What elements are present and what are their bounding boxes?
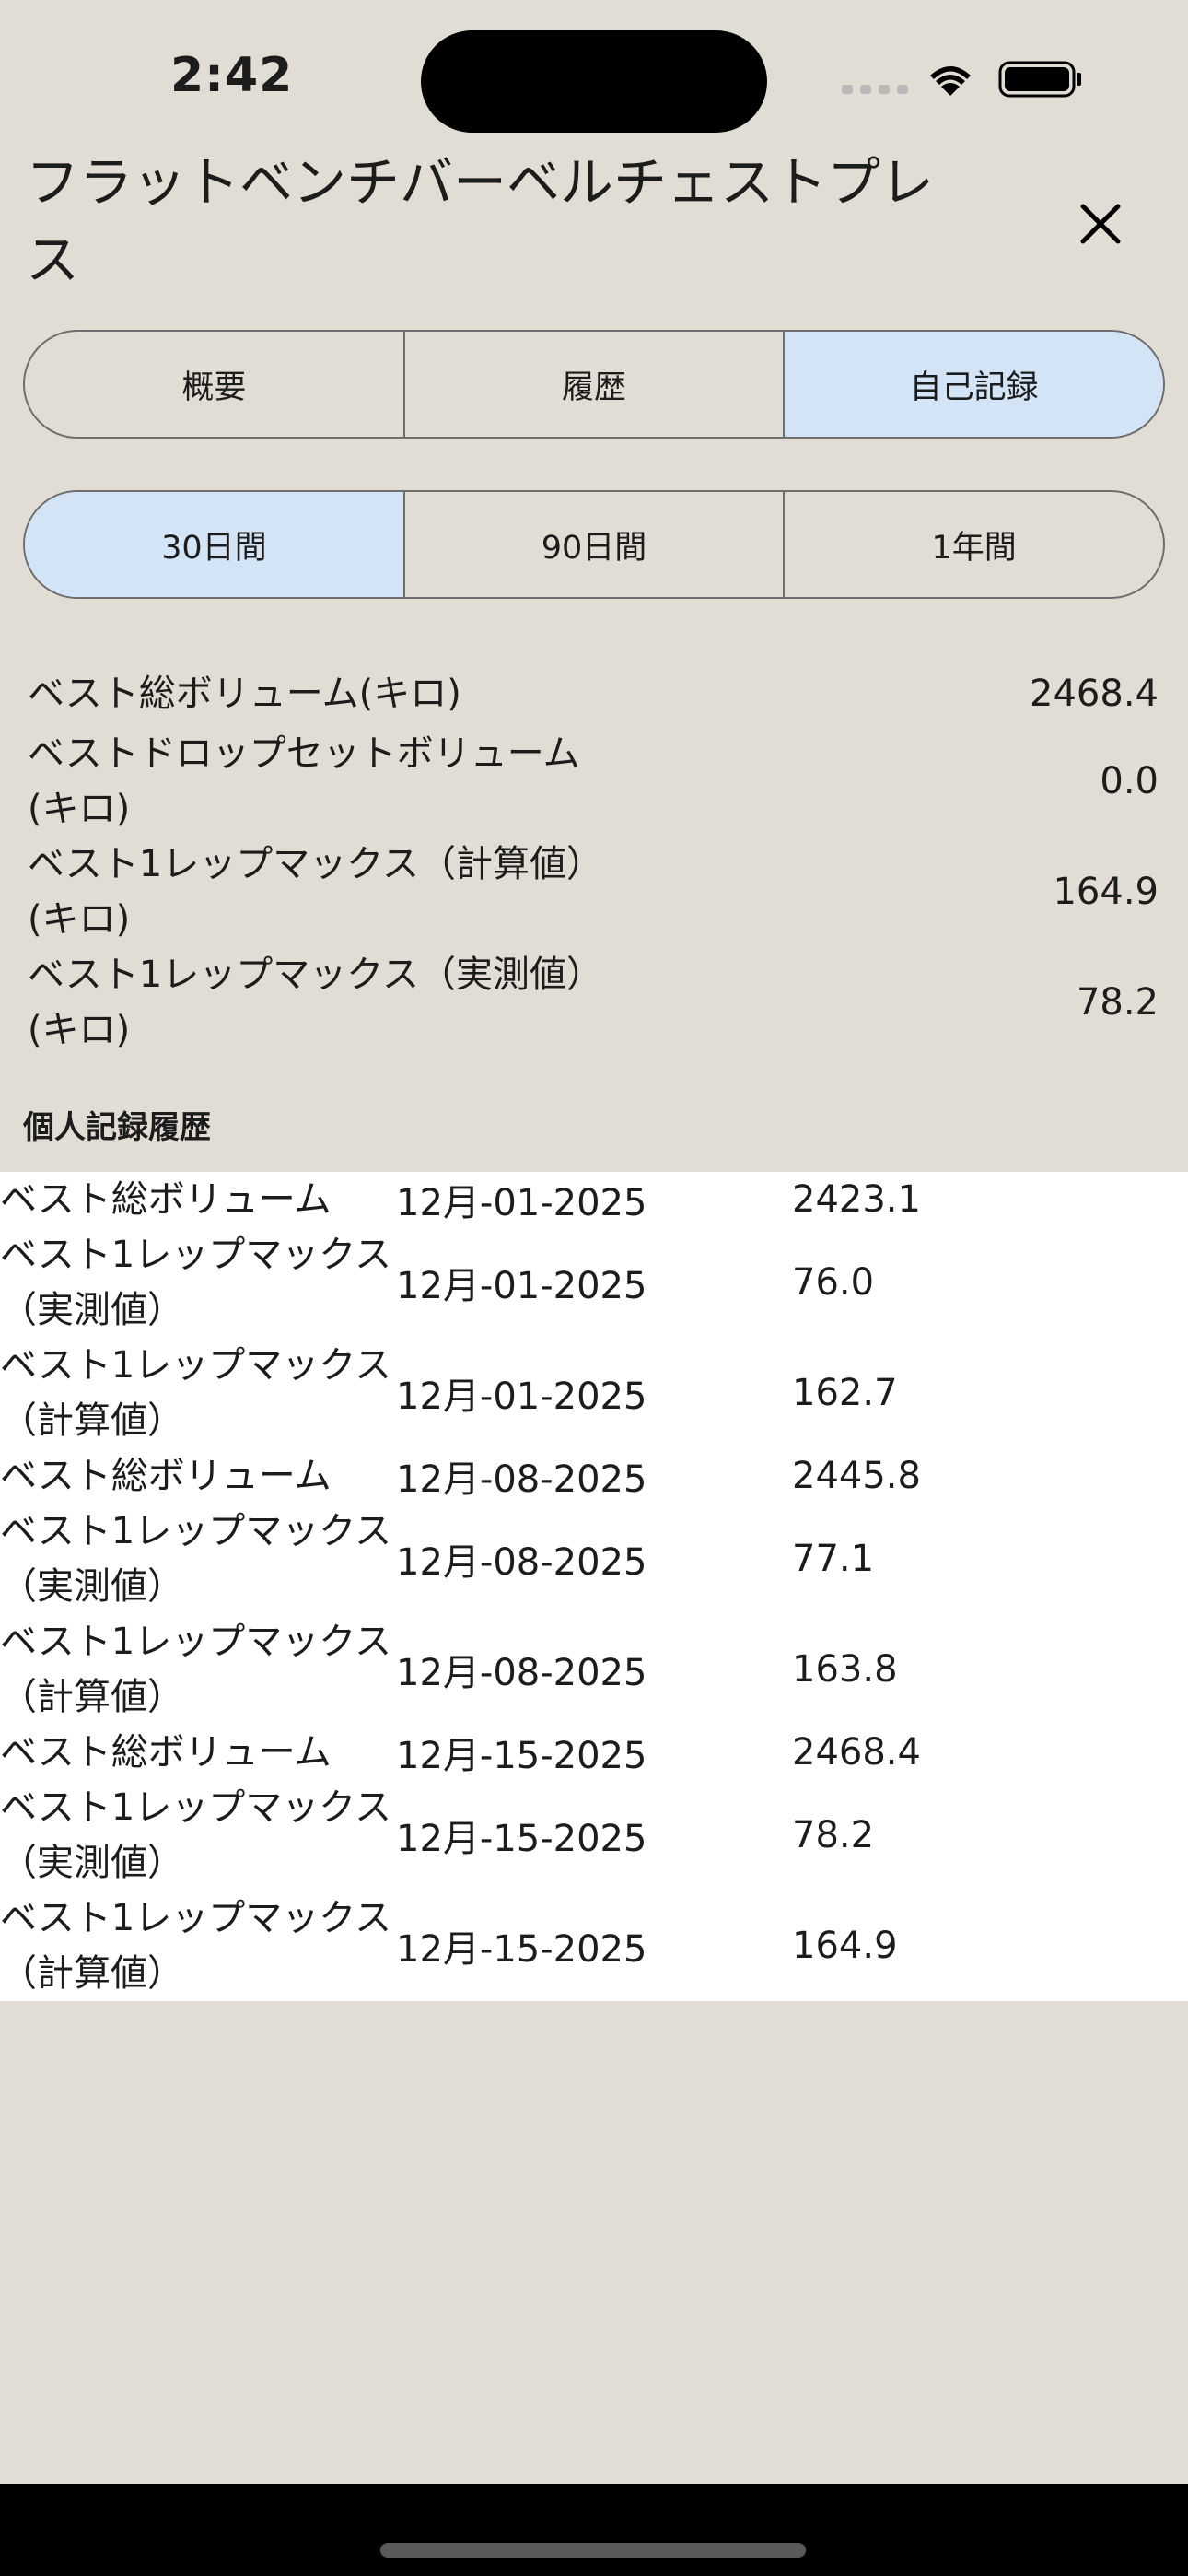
record-value: 2468.4	[792, 1731, 921, 1774]
record-type: ベスト総ボリューム	[0, 1178, 332, 1221]
record-date: 12月-15-2025	[396, 1735, 647, 1777]
record-type: ベスト1レップマックス（実測値）	[0, 1510, 392, 1608]
record-type: ベスト1レップマックス（計算値）	[0, 1621, 392, 1718]
status-time: 2:42	[170, 48, 294, 103]
summary-label: ベストドロップセットボリューム(キロ)	[28, 732, 580, 830]
dynamic-island	[421, 30, 767, 133]
history-row: ベスト1レップマックス（実測値） 12月-08-2025 77.1	[0, 1504, 1188, 1614]
history-row: ベスト1レップマックス（実測値） 12月-01-2025 76.0	[0, 1227, 1188, 1338]
summary-label: ベスト1レップマックス（計算値）(キロ)	[28, 843, 586, 941]
record-type: ベスト1レップマックス（実測値）	[0, 1234, 392, 1331]
record-type: ベスト総ボリューム	[0, 1455, 332, 1497]
record-date: 12月-01-2025	[396, 1182, 647, 1224]
tab-overview[interactable]: 概要	[25, 332, 405, 437]
record-type: ベスト1レップマックス（実測値）	[0, 1786, 392, 1884]
close-icon	[1080, 204, 1121, 244]
record-type: ベスト1レップマックス（計算値）	[0, 1897, 392, 1995]
tab-history[interactable]: 履歴	[405, 332, 786, 437]
record-date: 12月-15-2025	[396, 1818, 647, 1860]
range-30-days[interactable]: 30日間	[25, 492, 405, 597]
home-indicator[interactable]	[380, 2543, 806, 2558]
record-value: 78.2	[792, 1814, 875, 1856]
summary-value: 164.9	[1053, 871, 1159, 913]
history-row: ベスト1レップマックス（計算値） 12月-01-2025 162.7	[0, 1338, 1188, 1448]
tab-personal-records[interactable]: 自己記録	[785, 332, 1163, 437]
record-type: ベスト総ボリューム	[0, 1731, 332, 1774]
history-list: ベスト総ボリューム 12月-01-2025 2423.1 ベスト1レップマックス…	[0, 1172, 1188, 2001]
summary-label: ベスト総ボリューム(キロ)	[28, 673, 461, 715]
summary-value: 78.2	[1076, 981, 1159, 1024]
history-row: ベスト総ボリューム 12月-15-2025 2468.4	[0, 1725, 1188, 1780]
record-date: 12月-08-2025	[396, 1458, 647, 1501]
history-section-title: 個人記録履歴	[23, 1109, 211, 1146]
range-selector: 30日間 90日間 1年間	[23, 490, 1165, 599]
record-date: 12月-08-2025	[396, 1541, 647, 1584]
range-1-year[interactable]: 1年間	[785, 492, 1163, 597]
record-value: 162.7	[792, 1372, 898, 1414]
record-value: 2445.8	[792, 1455, 921, 1497]
status-icons	[838, 55, 1087, 101]
history-row: ベスト1レップマックス（実測値） 12月-15-2025 78.2	[0, 1780, 1188, 1891]
page-title: フラットベンチバーベルチェストプレス	[26, 151, 935, 291]
record-value: 77.1	[792, 1538, 875, 1580]
record-value: 2423.1	[792, 1178, 921, 1221]
summary-value: 0.0	[1100, 760, 1159, 802]
summary-row: ベストドロップセットボリューム(キロ) 0.0	[0, 726, 1188, 837]
history-row: ベスト1レップマックス（計算値） 12月-15-2025 164.9	[0, 1891, 1188, 2001]
summary-label: ベスト1レップマックス（実測値）(キロ)	[28, 954, 586, 1051]
history-row: ベスト総ボリューム 12月-08-2025 2445.8	[0, 1448, 1188, 1504]
tab-bar: 概要 履歴 自己記録	[23, 330, 1165, 439]
record-date: 12月-01-2025	[396, 1265, 647, 1307]
summary-row: ベスト総ボリューム(キロ) 2468.4	[0, 662, 1188, 726]
summary-value: 2468.4	[1030, 673, 1159, 715]
record-date: 12月-08-2025	[396, 1652, 647, 1694]
close-button[interactable]	[1068, 192, 1133, 256]
record-value: 164.9	[792, 1925, 898, 1967]
record-value: 76.0	[792, 1261, 875, 1304]
record-date: 12月-01-2025	[396, 1376, 647, 1418]
records-summary: ベスト総ボリューム(キロ) 2468.4 ベストドロップセットボリューム(キロ)…	[0, 662, 1188, 1058]
history-row: ベスト総ボリューム 12月-01-2025 2423.1	[0, 1172, 1188, 1227]
record-date: 12月-15-2025	[396, 1928, 647, 1971]
header: フラットベンチバーベルチェストプレス	[0, 138, 1188, 304]
record-value: 163.8	[792, 1648, 898, 1691]
summary-row: ベスト1レップマックス（計算値）(キロ) 164.9	[0, 837, 1188, 947]
status-bar: 2:42	[0, 0, 1188, 147]
record-type: ベスト1レップマックス（計算値）	[0, 1344, 392, 1442]
summary-row: ベスト1レップマックス（実測値）(キロ) 78.2	[0, 947, 1188, 1058]
battery-icon	[998, 61, 1081, 98]
signal-icon	[842, 85, 908, 94]
home-bar-area	[0, 2484, 1188, 2576]
wifi-icon	[930, 66, 971, 96]
range-90-days[interactable]: 90日間	[405, 492, 786, 597]
history-row: ベスト1レップマックス（計算値） 12月-08-2025 163.8	[0, 1614, 1188, 1725]
